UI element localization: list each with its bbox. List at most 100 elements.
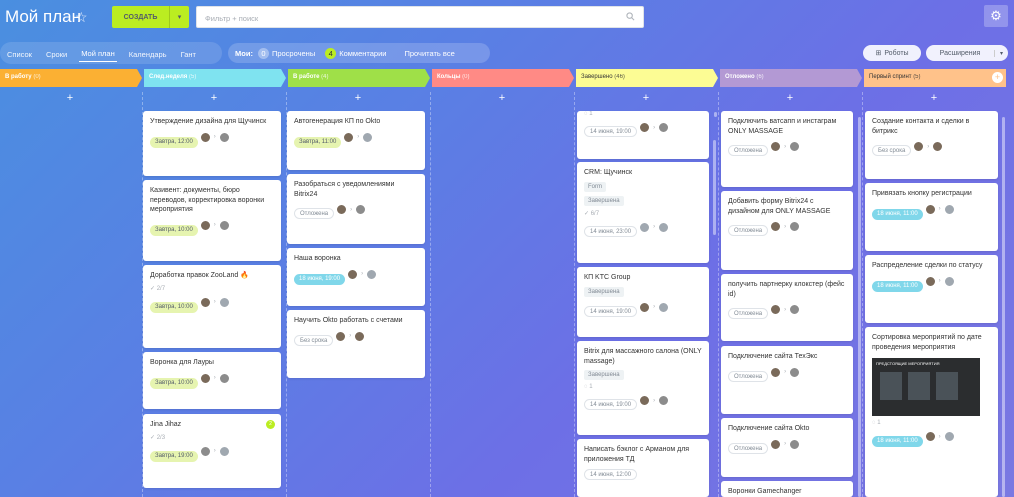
task-card[interactable]: Наша воронка 18 июня, 19:00 ›: [287, 248, 425, 306]
avatar[interactable]: [789, 221, 801, 232]
deadline-badge[interactable]: 14 июня, 19:00: [584, 399, 638, 410]
deadline-badge[interactable]: Завтра, 10:00: [150, 301, 198, 313]
column-scrollbar-thumb[interactable]: [714, 112, 717, 117]
add-task-icon[interactable]: +: [641, 93, 651, 104]
avatar[interactable]: [658, 395, 670, 406]
avatar[interactable]: [770, 366, 782, 378]
task-card[interactable]: Привязать кнопку регистрации 18 июня, 11…: [865, 183, 998, 251]
column-scrollbar[interactable]: [713, 140, 716, 235]
deadline-badge[interactable]: Завтра, 10:00: [150, 224, 198, 236]
task-card[interactable]: Научить Okto работать с счетами Без срок…: [287, 310, 425, 378]
gear-icon[interactable]: ⚙: [984, 5, 1008, 27]
task-card[interactable]: Распределение сделки по статусу 18 июня,…: [865, 255, 998, 323]
status-badge[interactable]: Отложена: [728, 370, 769, 382]
extensions-button[interactable]: Расширения ▾: [926, 45, 1008, 61]
deadline-badge[interactable]: 14 июня, 23:00: [584, 225, 638, 237]
deadline-badge[interactable]: 18 июня, 11:00: [872, 208, 923, 220]
avatar[interactable]: [770, 221, 782, 232]
task-card[interactable]: CRM: Щучинск Form Завершена ✓ 6/7 14 июн…: [577, 162, 709, 263]
avatar[interactable]: [789, 366, 801, 378]
avatar[interactable]: [343, 131, 355, 143]
read-all-button[interactable]: Прочитать все: [404, 49, 454, 58]
avatar[interactable]: [924, 275, 936, 287]
tab-my-plan[interactable]: Мой план: [79, 46, 117, 62]
deadline-badge[interactable]: 18 июня, 11:00: [872, 280, 923, 292]
task-card[interactable]: Подключить ватсапп и инстаграм ONLY MASS…: [721, 111, 853, 187]
column-header-postponed[interactable]: Отложено (6): [720, 69, 764, 87]
avatar[interactable]: [924, 203, 936, 215]
avatar[interactable]: [354, 330, 366, 342]
tab-deadlines[interactable]: Сроки: [44, 47, 69, 62]
status-badge[interactable]: Отложена: [728, 308, 769, 319]
avatar[interactable]: [789, 438, 801, 450]
chevron-down-icon[interactable]: ▾: [169, 6, 189, 28]
avatar[interactable]: [658, 301, 670, 313]
task-card[interactable]: Воронки Gamechanger: [721, 481, 853, 497]
task-card[interactable]: Создание контакта и сделки в битрикс Без…: [865, 111, 998, 179]
avatar[interactable]: [770, 438, 782, 450]
avatar[interactable]: [199, 219, 211, 231]
task-card[interactable]: Автогенерация КП по Okto Завтра, 11:00 ›: [287, 111, 425, 170]
column-scrollbar[interactable]: [858, 117, 861, 497]
deadline-badge[interactable]: 18 июня, 19:00: [294, 273, 346, 285]
avatar[interactable]: [355, 204, 367, 215]
task-card[interactable]: Доработка правок ZooLand 🔥 ✓ 2/7 Завтра,…: [143, 265, 281, 348]
comments-filter[interactable]: 4 Комментарии: [325, 47, 386, 59]
avatar[interactable]: [199, 131, 211, 143]
avatar[interactable]: [789, 304, 801, 315]
tag[interactable]: Form: [584, 181, 606, 192]
search-input[interactable]: Фильтр + поиск: [196, 6, 644, 28]
avatar[interactable]: [658, 122, 670, 133]
column-header-kolcy[interactable]: Кольцы (0): [432, 69, 470, 87]
task-card[interactable]: Подключение сайта Okto Отложена ›: [721, 418, 853, 477]
status-badge[interactable]: Отложена: [728, 225, 769, 236]
column-header-first-sprint[interactable]: Первый спринт (5): [864, 69, 921, 87]
add-task-icon[interactable]: +: [785, 93, 795, 104]
add-task-icon[interactable]: +: [353, 93, 363, 104]
avatar[interactable]: [336, 204, 348, 215]
add-task-icon[interactable]: +: [209, 93, 219, 104]
avatar[interactable]: [639, 122, 651, 133]
avatar[interactable]: [639, 301, 651, 313]
deadline-badge[interactable]: 14 июня, 12:00: [584, 469, 638, 480]
avatar[interactable]: [789, 141, 801, 152]
avatar[interactable]: [199, 372, 211, 384]
task-card[interactable]: Сортировка мероприятий по дате проведени…: [865, 327, 998, 497]
add-task-icon[interactable]: +: [929, 93, 939, 104]
favorite-star-icon[interactable]: ☆: [75, 9, 88, 26]
avatar[interactable]: [347, 268, 359, 280]
overdue-filter[interactable]: 0 Просрочены: [257, 47, 315, 59]
deadline-badge[interactable]: Завтра, 12:00: [150, 136, 198, 148]
chevron-down-icon[interactable]: ▾: [994, 49, 1008, 57]
avatar[interactable]: [362, 131, 374, 143]
avatar-placeholder-icon[interactable]: [943, 431, 955, 442]
avatar[interactable]: [218, 219, 230, 231]
avatar[interactable]: [335, 330, 347, 342]
deadline-badge[interactable]: Завтра, 11:00: [294, 136, 342, 148]
task-card[interactable]: Добавить форму Bitrix24 с дизайном для O…: [721, 191, 853, 270]
avatar-placeholder-icon[interactable]: [943, 203, 955, 215]
avatar[interactable]: [639, 221, 651, 233]
tab-calendar[interactable]: Календарь: [127, 47, 169, 62]
search-icon[interactable]: [626, 12, 635, 21]
avatar[interactable]: [770, 141, 782, 152]
column-header-next-week[interactable]: След.неделя (5): [144, 69, 196, 87]
task-card[interactable]: Написать бэклог с Арманом для приложения…: [577, 439, 709, 497]
task-card[interactable]: получить партнерку клокстер (фейс id) От…: [721, 274, 853, 341]
column-header-v-rabotu[interactable]: В работу (0): [0, 69, 41, 87]
avatar[interactable]: [218, 372, 230, 384]
task-card[interactable]: Bitrix для массажного салона (ONLY massa…: [577, 341, 709, 435]
deadline-badge[interactable]: 18 июня, 11:00: [872, 436, 923, 447]
task-card[interactable]: Разобраться с уведомлениями Bitrix24 Отл…: [287, 174, 425, 244]
tab-list[interactable]: Список: [5, 47, 34, 62]
deadline-badge[interactable]: Завтра, 19:00: [150, 450, 198, 462]
column-header-done[interactable]: Завершено (46): [576, 69, 625, 87]
add-task-icon[interactable]: +: [65, 93, 75, 104]
task-card[interactable]: Jina Jihaz 2 ✓ 2/3 Завтра, 19:00 ›: [143, 414, 281, 488]
avatar[interactable]: [199, 445, 211, 457]
avatar-placeholder-icon[interactable]: [943, 275, 955, 287]
create-button[interactable]: СОЗДАТЬ ▾: [112, 6, 189, 28]
robots-button[interactable]: ⊞ Роботы: [863, 45, 921, 61]
avatar[interactable]: [913, 141, 925, 152]
task-card[interactable]: КП KTC Group Завершена 14 июня, 19:00 ›: [577, 267, 709, 337]
